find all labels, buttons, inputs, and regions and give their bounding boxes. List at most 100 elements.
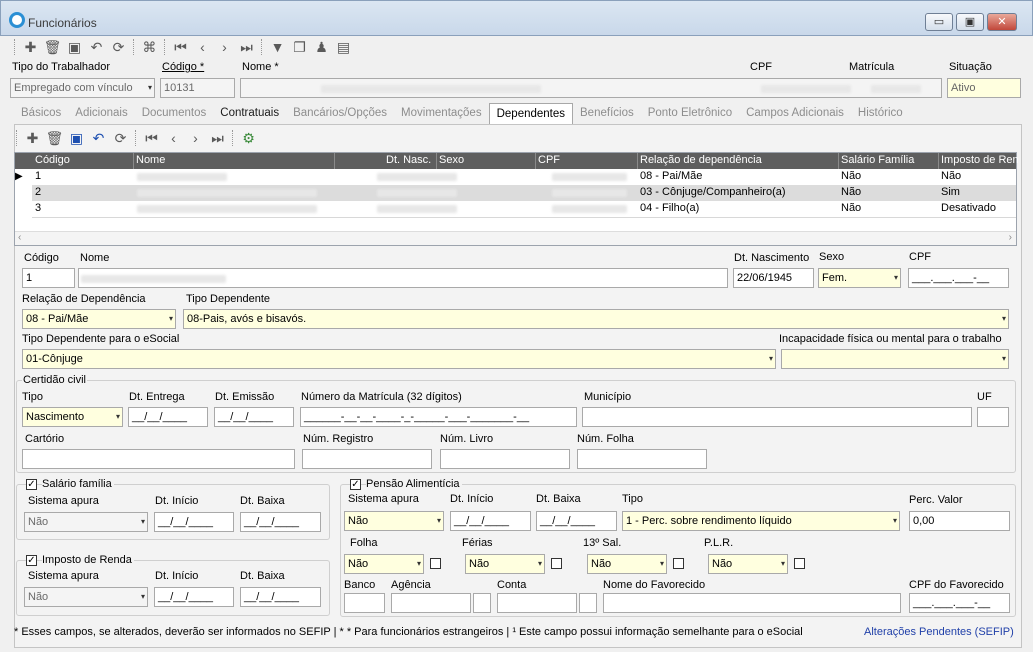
situacao-input[interactable]: Ativo [947, 78, 1021, 98]
sf-inicio-input[interactable]: __/__/____ [154, 512, 234, 532]
close-button[interactable]: ✕ [987, 13, 1017, 31]
tab-campos-adicionais[interactable]: Campos Adicionais [739, 103, 851, 125]
incapacidade-select[interactable]: ▾ [781, 349, 1009, 369]
save-icon[interactable]: ▣ [65, 38, 84, 57]
conta-input[interactable] [497, 593, 577, 613]
cert-matricula-input[interactable]: ______-__-__-____-_-_____-___-_______-__ [300, 407, 577, 427]
ir-inicio-input[interactable]: __/__/____ [154, 587, 234, 607]
conta-digito-input[interactable] [579, 593, 597, 613]
prev-icon[interactable]: ‹ [193, 38, 212, 57]
pa-sistema-select[interactable]: Não ▾ [344, 511, 444, 531]
tab-ponto[interactable]: Ponto Eletrônico [641, 103, 739, 125]
report-icon[interactable]: ▤ [334, 38, 353, 57]
tab-documentos[interactable]: Documentos [135, 103, 214, 125]
add-icon[interactable]: ✚ [23, 129, 42, 148]
col-salario[interactable]: Salário Família [841, 154, 914, 166]
table-row[interactable]: 1 08 - Pai/Mãe Não Não [32, 169, 1016, 185]
delete-icon[interactable]: 🗑 [45, 129, 64, 148]
codigo-input[interactable]: 10131 [160, 78, 235, 98]
favorecido-input[interactable] [603, 593, 901, 613]
cartorio-input[interactable] [22, 449, 295, 469]
tipodep-select[interactable]: 08-Pais, avós e bisavós. ▾ [183, 309, 1009, 329]
refresh-icon[interactable]: ⟳ [109, 38, 128, 57]
refresh-icon[interactable]: ⟳ [111, 129, 130, 148]
col-codigo[interactable]: Código [35, 154, 70, 166]
col-nome[interactable]: Nome [136, 154, 165, 166]
perc-input[interactable]: 0,00 [909, 511, 1010, 531]
prev-icon[interactable]: ‹ [164, 129, 183, 148]
sexo-select[interactable]: Fem. ▾ [818, 268, 901, 288]
uf-input[interactable] [977, 407, 1009, 427]
pa-inicio-input[interactable]: __/__/____ [450, 511, 531, 531]
pa-ferias-checkbox[interactable] [551, 558, 562, 569]
tab-historico[interactable]: Histórico [851, 103, 910, 125]
tab-movimentacoes[interactable]: Movimentações [394, 103, 489, 125]
cert-tipo-select[interactable]: Nascimento ▾ [22, 407, 123, 427]
last-icon[interactable]: ⏭ [208, 129, 227, 148]
ir-baixa-input[interactable]: __/__/____ [240, 587, 321, 607]
scroll-right-icon[interactable]: › [1009, 232, 1012, 243]
undo-icon[interactable]: ↶ [87, 38, 106, 57]
binoculars-icon[interactable]: ⌘ [140, 38, 159, 57]
first-icon[interactable]: ⏮ [142, 129, 161, 148]
pa-baixa-input[interactable]: __/__/____ [536, 511, 617, 531]
dtemissao-input[interactable]: __/__/____ [214, 407, 294, 427]
col-relacao[interactable]: Relação de dependência [640, 154, 762, 166]
table-row[interactable]: 2 03 - Cônjuge/Companheiro(a) Não Sim [32, 185, 1016, 201]
add-icon[interactable]: ✚ [21, 38, 40, 57]
tipodep-esocial-select[interactable]: 01-Cônjuge ▾ [22, 349, 776, 369]
municipio-input[interactable] [582, 407, 972, 427]
tab-basicos[interactable]: Básicos [14, 103, 68, 125]
horizontal-scrollbar[interactable]: ‹ › [15, 231, 1016, 245]
sf-sistema-select[interactable]: Não ▾ [24, 512, 148, 532]
maximize-button[interactable]: ▣ [956, 13, 984, 31]
relacao-select[interactable]: 08 - Pai/Mãe ▾ [22, 309, 176, 329]
tab-contratuais[interactable]: Contratuais [213, 103, 286, 125]
banco-input[interactable] [344, 593, 385, 613]
scroll-left-icon[interactable]: ‹ [18, 232, 21, 243]
pa-tipo-select[interactable]: 1 - Perc. sobre rendimento líquido ▾ [622, 511, 900, 531]
pa-ferias-select[interactable]: Não ▾ [465, 554, 545, 574]
col-imposto[interactable]: Imposto de Ren [941, 154, 1019, 166]
sf-baixa-input[interactable]: __/__/____ [240, 512, 321, 532]
imposto-renda-checkbox[interactable]: ✓ [26, 555, 37, 566]
pa-plr-checkbox[interactable] [794, 558, 805, 569]
ir-sistema-select[interactable]: Não ▾ [24, 587, 148, 607]
col-cpf[interactable]: CPF [538, 154, 560, 166]
form-cpf-input[interactable]: ___.___.___-__ [908, 268, 1009, 288]
agencia-input[interactable] [391, 593, 471, 613]
col-sexo[interactable]: Sexo [439, 154, 464, 166]
save-icon[interactable]: ▣ [67, 129, 86, 148]
nome-input[interactable] [240, 78, 942, 98]
dtentrega-input[interactable]: __/__/____ [128, 407, 208, 427]
tab-adicionais[interactable]: Adicionais [68, 103, 134, 125]
user-icon[interactable]: ♟ [312, 38, 331, 57]
tipo-trabalhador-select[interactable]: Empregado com vínculo ▾ [10, 78, 155, 98]
minimize-button[interactable]: ▭ [925, 13, 953, 31]
alteracoes-pendentes-link[interactable]: Alterações Pendentes (SEFIP) [864, 626, 1014, 638]
dtnasc-input[interactable]: 22/06/1945 [733, 268, 814, 288]
filter-icon[interactable]: ▼ [268, 38, 287, 57]
form-codigo-input[interactable]: 1 [22, 268, 75, 288]
next-icon[interactable]: › [215, 38, 234, 57]
folha-input[interactable] [577, 449, 707, 469]
pa-folha-checkbox[interactable] [430, 558, 441, 569]
copy-icon[interactable]: ❐ [290, 38, 309, 57]
cpf-favorecido-input[interactable]: ___.___.___-__ [909, 593, 1010, 613]
pa-13sal-select[interactable]: Não ▾ [587, 554, 667, 574]
tab-beneficios[interactable]: Benefícios [573, 103, 641, 125]
first-icon[interactable]: ⏮ [171, 38, 190, 57]
form-nome-input[interactable] [78, 268, 728, 288]
pa-folha-select[interactable]: Não ▾ [344, 554, 424, 574]
pa-13sal-checkbox[interactable] [673, 558, 684, 569]
undo-icon[interactable]: ↶ [89, 129, 108, 148]
tools-icon[interactable]: ⚙ [239, 129, 258, 148]
col-dtnasc[interactable]: Dt. Nasc. [386, 154, 431, 166]
agencia-digito-input[interactable] [473, 593, 491, 613]
pa-plr-select[interactable]: Não ▾ [708, 554, 788, 574]
next-icon[interactable]: › [186, 129, 205, 148]
registro-input[interactable] [302, 449, 432, 469]
livro-input[interactable] [440, 449, 570, 469]
tab-bancarios[interactable]: Bancários/Opções [286, 103, 394, 125]
pensao-checkbox[interactable]: ✓ [350, 479, 361, 490]
